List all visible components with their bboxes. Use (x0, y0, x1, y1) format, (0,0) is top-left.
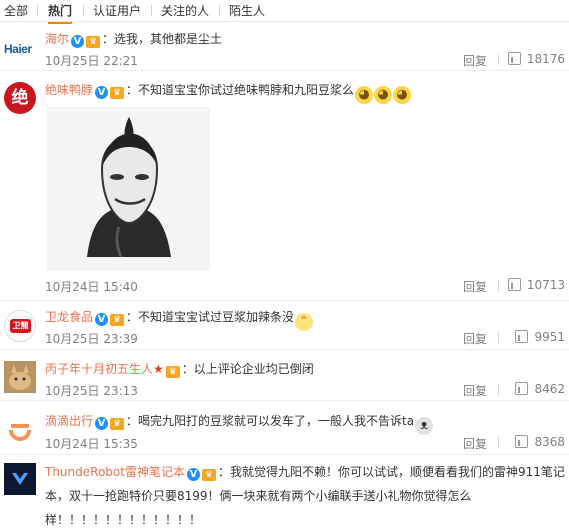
doge-emoji-icon: ◕ (374, 86, 393, 104)
comment-text: ：不知道宝宝试过豆浆加辣条没 (126, 310, 295, 324)
avatar-logo-text: 绝 (11, 88, 29, 108)
thumb-up-icon (515, 382, 529, 395)
like-count: 18176 (526, 52, 565, 66)
username[interactable]: 滴滴出行 (45, 414, 93, 428)
husky-emoji-icon: ᴥ (415, 417, 434, 435)
tab-all[interactable]: 全部 (4, 2, 28, 19)
tab-strangers[interactable]: 陌生人 (229, 2, 265, 19)
tab-divider (219, 5, 220, 16)
member-crown-icon: ♛ (165, 366, 180, 378)
doge-emoji-icon: ◕ (355, 86, 374, 104)
verified-v-icon: V (95, 417, 109, 430)
comment-time: 10月25日 23:39 (45, 332, 138, 346)
avatar[interactable]: Haier (4, 33, 36, 65)
comment-time: 10月25日 23:13 (45, 384, 138, 398)
like-button[interactable]: 18176 (507, 52, 565, 66)
like-button[interactable]: 8368 (515, 435, 565, 449)
username[interactable]: 丙子年十月初五生人 (45, 362, 153, 376)
reply-button[interactable]: 回复 (463, 278, 487, 295)
comment-text: ：喝完九阳打的豆浆就可以发车了，一般人我不告诉ta (126, 414, 415, 428)
tab-divider (151, 5, 152, 16)
tab-divider (37, 5, 38, 16)
cat-photo-icon (4, 361, 36, 393)
comment-item: 绝 绝味鸭脖 V ♛ ：不知道宝宝你试过绝味鸭脖和九阳豆浆么 ◕ ◕ ◕ 10月24日 15… (0, 72, 569, 301)
like-count: 10713 (526, 278, 565, 292)
like-button[interactable]: 10713 (507, 278, 565, 292)
reply-button[interactable]: 回复 (463, 52, 487, 69)
star-badge-icon: ★ (153, 362, 164, 376)
attached-meme-image[interactable] (47, 107, 210, 270)
member-crown-icon: ♛ (201, 469, 216, 481)
member-crown-icon: ♛ (86, 36, 101, 48)
like-count: 8368 (534, 435, 565, 449)
thumb-up-icon (515, 330, 529, 343)
comment-item: ThundeRobot雷神笔记本 V ♛ ：我就觉得九阳不赖！你可以试试，顺便看看我们… (0, 456, 569, 532)
comment-text: ：选我，其他都是尘土 (102, 32, 223, 46)
username[interactable]: ThundeRobot雷神笔记本 (45, 465, 185, 479)
comment-time: 10月24日 15:40 (45, 280, 138, 294)
avatar-logo-text: Haier (4, 42, 32, 56)
member-crown-icon: ♛ (110, 87, 125, 99)
comment-text: ：不知道宝宝你试过绝味鸭脖和九阳豆浆么 (126, 83, 355, 97)
comment-text-line-3: 样！！！！！！！！！！！！ (45, 513, 202, 527)
tab-hot[interactable]: 热门 (48, 2, 73, 24)
action-divider (498, 54, 499, 65)
tab-divider (83, 5, 84, 16)
like-count: 9951 (534, 330, 565, 344)
tab-verified-users[interactable]: 认证用户 (93, 2, 141, 19)
avatar[interactable] (4, 361, 36, 393)
didi-logo-icon (4, 414, 36, 446)
comment-filter-tabs: 全部 热门 认证用户 关注的人 陌生人 (0, 0, 569, 24)
avatar[interactable] (4, 463, 36, 495)
comment-item: 丙子年十月初五生人★ ♛ ：以上评论企业均已倒闭 10月25日 23:13 回复 8… (0, 351, 569, 401)
avatar[interactable]: 绝 (4, 82, 36, 114)
username[interactable]: 卫龙食品 (45, 310, 93, 324)
like-count: 8462 (534, 382, 565, 396)
doge-emoji-icon: ᵔ (295, 313, 314, 331)
verified-v-icon: V (95, 86, 109, 99)
verified-v-icon: V (95, 313, 109, 326)
doge-emoji-icon: ◕ (393, 86, 412, 104)
comment-text: ：我就觉得九阳不赖！你可以试试，顺便看看我们的雷神911笔记 (217, 465, 565, 479)
verified-v-icon: V (186, 468, 200, 481)
action-divider (498, 437, 499, 448)
thumb-up-icon (507, 52, 521, 65)
thumb-up-icon (515, 435, 529, 448)
reply-button[interactable]: 回复 (463, 330, 487, 347)
username[interactable]: 绝味鸭脖 (45, 83, 93, 97)
thumb-up-icon (507, 278, 521, 291)
comment-time: 10月25日 22:21 (45, 54, 138, 68)
like-button[interactable]: 8462 (515, 382, 565, 396)
comment-time: 10月24日 15:35 (45, 437, 138, 451)
member-crown-icon: ♛ (110, 418, 125, 430)
meme-face-drawing (47, 107, 210, 270)
action-divider (498, 332, 499, 343)
like-button[interactable]: 9951 (515, 330, 565, 344)
comment-text-line-2: 本，双十一抢跑特价只要8199！俩一块来就有两个小编联手送小礼物你觉得怎么 (45, 489, 472, 503)
username[interactable]: 海尔 (45, 32, 69, 46)
comment-item: Haier 海尔 V ♛ ：选我，其他都是尘土 10月25日 22:21 回复 181… (0, 23, 569, 71)
member-crown-icon: ♛ (110, 314, 125, 326)
reply-button[interactable]: 回复 (463, 382, 487, 399)
avatar-logo-text: 卫龍 (10, 319, 31, 333)
thunderobot-logo-icon (4, 463, 36, 495)
comment-item: 滴滴出行 V ♛ ：喝完九阳打的豆浆就可以发车了，一般人我不告诉ta ᴥ 10月24日 … (0, 402, 569, 455)
comment-text: ：以上评论企业均已倒闭 (181, 362, 314, 376)
tab-following[interactable]: 关注的人 (161, 2, 209, 19)
reply-button[interactable]: 回复 (463, 435, 487, 452)
comment-item: 卫龍 卫龙食品 V ♛ ：不知道宝宝试过豆浆加辣条没 ᵔ 10月25日 23:39 回复… (0, 302, 569, 350)
avatar[interactable] (4, 414, 36, 446)
action-divider (498, 280, 499, 291)
verified-v-icon: V (71, 35, 85, 48)
action-divider (498, 384, 499, 395)
avatar[interactable]: 卫龍 (4, 310, 36, 342)
